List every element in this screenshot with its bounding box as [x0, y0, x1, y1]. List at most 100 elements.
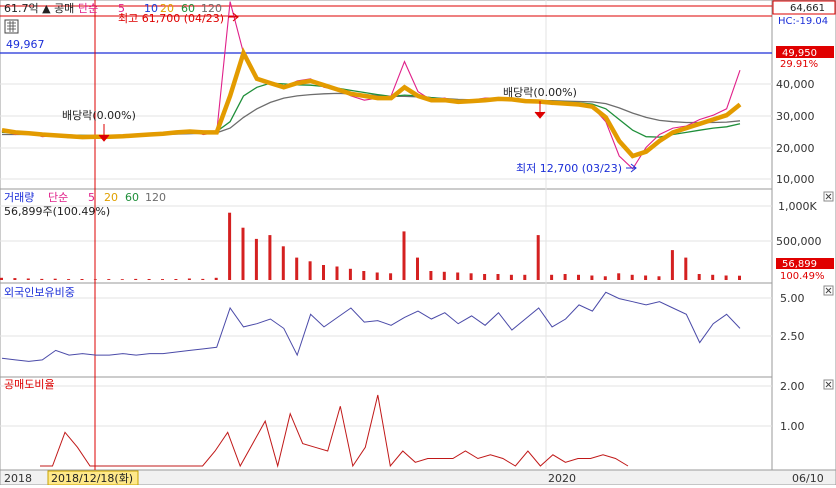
volume-ma-label-60: 60	[125, 191, 139, 204]
volume-bar	[120, 279, 124, 280]
volume-bar	[80, 279, 84, 280]
tag-pct: 29.91%	[780, 59, 818, 70]
xaxis-selected-date: 2018/12/18(화)	[51, 472, 133, 485]
price-ytick: 40,000	[776, 78, 815, 91]
volume-bar	[362, 271, 366, 280]
volume-bar	[724, 275, 728, 280]
tag-red: 49,950	[782, 48, 817, 59]
short-ytick: 1.00	[780, 420, 805, 433]
volume-bar	[442, 271, 446, 280]
min-annotation: 최저 12,700 (03/23)	[516, 162, 622, 175]
volume-bar	[496, 274, 500, 280]
volume-bar	[509, 274, 513, 280]
volume-bar	[550, 274, 554, 280]
hline-value-label: 49,967	[6, 38, 45, 51]
volume-ma-label-120: 120	[145, 191, 166, 204]
price-indicator-label: 단순	[78, 2, 98, 15]
volume-bar	[295, 257, 299, 280]
volume-bar	[26, 278, 30, 280]
panel-close-icon[interactable]	[823, 191, 834, 202]
volume-bar	[711, 274, 715, 280]
volume-bar	[67, 279, 71, 280]
volume-bar	[738, 275, 741, 280]
volume-indicator-label: 단순	[48, 191, 68, 204]
volume-bar	[684, 257, 688, 280]
volume-bar	[577, 274, 580, 280]
foreign-title: 외국인보유비중	[4, 286, 75, 299]
tag-top2: HC:-19.04	[778, 16, 828, 27]
volume-bar	[147, 279, 151, 280]
foreign-ytick: 2.50	[780, 330, 805, 343]
grid-settings-icon[interactable]	[4, 19, 19, 34]
volume-bar	[563, 274, 567, 280]
price-ytick: 30,000	[776, 110, 815, 123]
volume-ytick: 500,000	[776, 235, 822, 248]
volume-bar	[375, 272, 379, 280]
panel-close-icon[interactable]	[823, 379, 834, 390]
volume-tag-value: 56,899	[782, 259, 817, 270]
volume-bar	[348, 268, 352, 280]
volume-bar	[13, 278, 17, 280]
max-annotation: 최고 61,700 (04/23)	[118, 12, 224, 25]
price-panel[interactable]	[0, 0, 773, 190]
volume-ytick: 1,000K	[778, 200, 817, 213]
volume-bar	[335, 266, 339, 280]
price-header-text: 61.7억 ▲ 공매	[4, 2, 74, 15]
price-ytick: 10,000	[776, 173, 815, 186]
short-ytick: 2.00	[780, 380, 805, 393]
stock-chart-window: 61.7억 ▲ 공매 단순 5 10 20 60 120 49,967 최고 6…	[0, 0, 836, 486]
volume-bar	[630, 274, 634, 280]
volume-bar	[657, 276, 661, 280]
volume-bar	[201, 278, 205, 280]
short-title: 공매도비율	[4, 378, 55, 391]
volume-bar	[523, 274, 527, 280]
volume-title: 거래량	[4, 191, 34, 204]
volume-bar	[644, 275, 648, 280]
volume-bar	[456, 272, 460, 280]
volume-bar	[134, 278, 138, 280]
volume-bar	[241, 227, 245, 280]
tag-top: 64,661	[790, 3, 825, 14]
volume-ma-label-20: 20	[104, 191, 118, 204]
volume-bar	[0, 277, 3, 280]
dividend-label-2: 배당락(0.00%)	[503, 86, 577, 99]
volume-bar	[603, 276, 607, 280]
volume-bar	[228, 212, 232, 280]
volume-bar	[416, 257, 419, 280]
volume-bar	[254, 238, 258, 280]
dividend-label-1: 배당락(0.00%)	[62, 109, 136, 122]
volume-bar	[670, 250, 674, 280]
short-panel[interactable]	[0, 376, 773, 471]
volume-bar	[281, 246, 285, 280]
volume-bar	[697, 274, 701, 280]
volume-bar	[590, 275, 594, 280]
volume-bar	[389, 273, 393, 280]
xaxis-start-label: 2018	[4, 472, 32, 485]
volume-bar	[483, 274, 487, 280]
volume-bar	[53, 278, 57, 280]
volume-bar	[268, 235, 272, 280]
volume-ma-label-5: 5	[88, 191, 95, 204]
volume-bar	[617, 273, 621, 280]
volume-bar	[402, 231, 406, 280]
volume-bar	[214, 277, 218, 280]
volume-bar	[161, 279, 164, 280]
volume-bar	[93, 279, 97, 280]
price-ytick: 20,000	[776, 142, 815, 155]
panel-close-icon[interactable]	[823, 285, 834, 296]
volume-bar	[469, 273, 473, 280]
volume-bar	[322, 265, 325, 280]
foreign-ytick: 5.00	[780, 292, 805, 305]
volume-tag-pct: 100.49%	[780, 271, 825, 282]
volume-bar	[40, 278, 44, 280]
volume-bar	[536, 235, 540, 280]
volume-bar	[107, 279, 111, 280]
chart-canvas[interactable]: 61.7억 ▲ 공매 단순 5 10 20 60 120 49,967 최고 6…	[0, 0, 836, 486]
volume-bar	[187, 278, 191, 280]
foreign-panel[interactable]	[0, 282, 773, 378]
xaxis-mid-label: 2020	[548, 472, 576, 485]
volume-bar	[174, 279, 178, 280]
volume-current-text: 56,899주(100.49%)	[4, 205, 110, 218]
xaxis-end-label: 06/10	[792, 472, 824, 485]
volume-bar	[429, 271, 433, 280]
